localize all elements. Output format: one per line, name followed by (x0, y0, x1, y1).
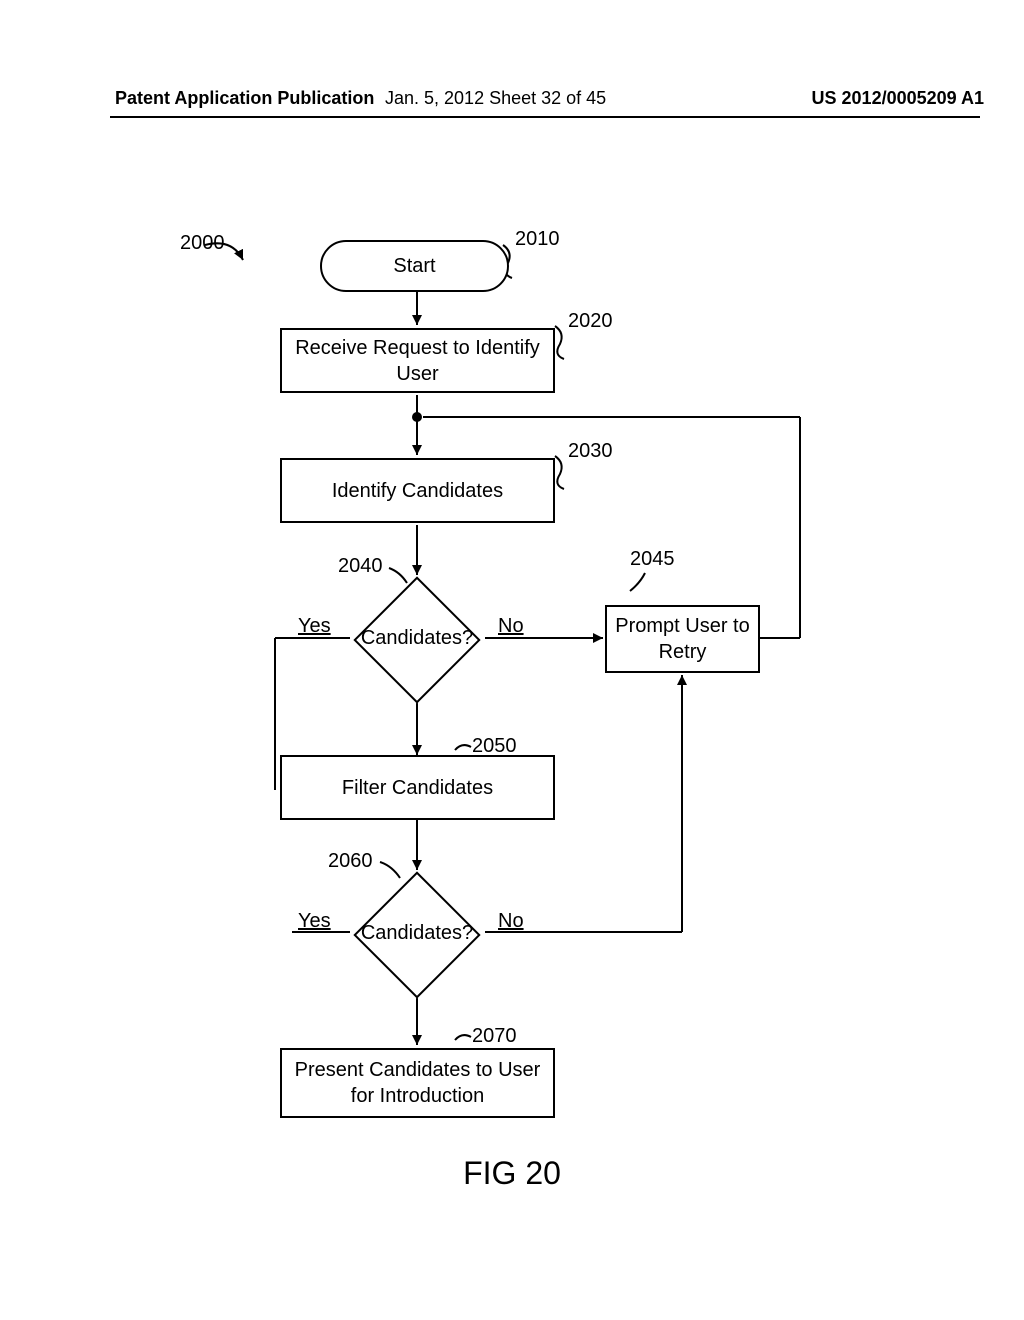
start-text: Start (393, 255, 435, 278)
retry-box: Prompt User to Retry (605, 605, 760, 673)
receive-box: Receive Request to Identify User (280, 328, 555, 393)
ref-2000: 2000 (180, 232, 225, 255)
edge-no-1: No (498, 615, 524, 638)
decision-1-text: Candidates? (361, 627, 473, 650)
start-terminator: Start (320, 240, 509, 292)
filter-text: Filter Candidates (342, 775, 493, 801)
ref-2070: 2070 (472, 1025, 517, 1048)
receive-text: Receive Request to Identify User (286, 335, 549, 387)
decision-1: Candidates? (352, 575, 482, 701)
decision-2: Candidates? (352, 870, 482, 996)
edge-no-2: No (498, 910, 524, 933)
edge-yes-1: Yes (298, 615, 331, 638)
connector-layer-2 (0, 0, 1024, 1320)
edge-yes-2: Yes (298, 910, 331, 933)
present-text: Present Candidates to User for Introduct… (286, 1057, 549, 1109)
ref-2045: 2045 (630, 548, 675, 571)
ref-2020: 2020 (568, 310, 613, 333)
filter-box: Filter Candidates (280, 755, 555, 820)
retry-text: Prompt User to Retry (611, 613, 754, 665)
identify-text: Identify Candidates (332, 478, 503, 504)
ref-2030: 2030 (568, 440, 613, 463)
ref-2010: 2010 (515, 228, 560, 251)
decision-2-text: Candidates? (361, 922, 473, 945)
present-box: Present Candidates to User for Introduct… (280, 1048, 555, 1118)
figure-label: FIG 20 (0, 1155, 1024, 1192)
identify-box: Identify Candidates (280, 458, 555, 523)
